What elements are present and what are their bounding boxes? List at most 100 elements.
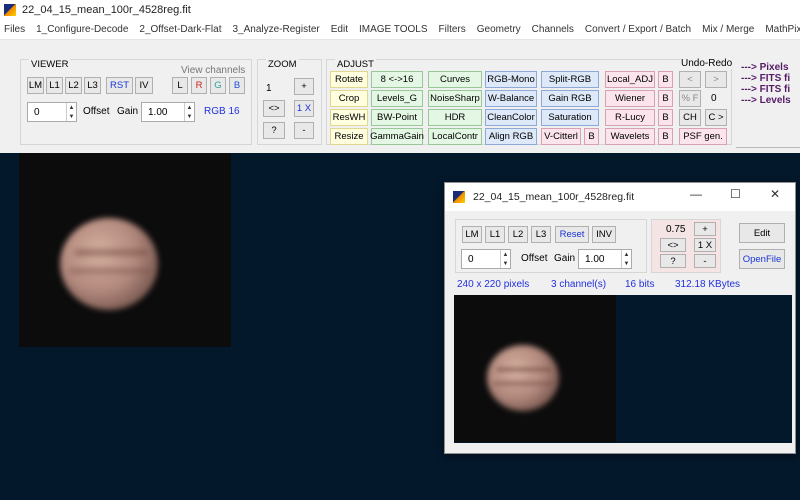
percent-f-button[interactable]: % F xyxy=(679,90,701,107)
wavelets-button[interactable]: Wavelets xyxy=(605,128,655,145)
v-citterl-b-button[interactable]: B xyxy=(584,128,599,145)
sub-zoom-help-button[interactable]: ? xyxy=(660,254,686,268)
app-icon xyxy=(453,191,465,203)
w-balance-button[interactable]: W-Balance xyxy=(485,90,537,107)
r-lucy-b-button[interactable]: B xyxy=(658,109,673,126)
fits-file-link-2[interactable]: ---> FITS fi xyxy=(741,84,790,95)
minimize-icon[interactable]: — xyxy=(690,187,702,201)
menu-edit[interactable]: Edit xyxy=(331,24,348,35)
main-image[interactable] xyxy=(19,153,231,347)
image-dimensions: 240 x 220 pixels xyxy=(457,279,530,290)
l1-button[interactable]: L1 xyxy=(46,77,63,94)
menu-mathpix[interactable]: MathPix xyxy=(765,24,800,35)
sub-zoom-1x-button[interactable]: 1 X xyxy=(694,238,716,252)
iv-button[interactable]: IV xyxy=(135,77,153,94)
v-citterl-button[interactable]: V-Citterl xyxy=(541,128,581,145)
menu-channels[interactable]: Channels xyxy=(532,24,574,35)
spinner-arrows-icon[interactable]: ▲ ▼ xyxy=(500,250,510,268)
cloud-band xyxy=(496,367,552,372)
menu-files[interactable]: Files xyxy=(4,24,25,35)
gammagain-button[interactable]: GammaGain xyxy=(370,128,424,145)
local-adj-b-button[interactable]: B xyxy=(658,71,673,88)
wiener-b-button[interactable]: B xyxy=(658,90,673,107)
ch-button[interactable]: CH xyxy=(679,109,701,126)
menu-image-tools[interactable]: IMAGE TOOLS xyxy=(359,24,428,35)
reswh-button[interactable]: ResWH xyxy=(330,109,368,126)
channel-b-button[interactable]: B xyxy=(229,77,245,94)
rotate-button[interactable]: Rotate xyxy=(330,71,368,88)
noisesharp-button[interactable]: NoiseSharp xyxy=(428,90,482,107)
lm-button[interactable]: LM xyxy=(27,77,44,94)
zoom-help-button[interactable]: ? xyxy=(263,122,285,139)
r-lucy-button[interactable]: R-Lucy xyxy=(605,109,655,126)
local-adj-button[interactable]: Local_ADJ xyxy=(605,71,655,88)
fits-file-link-1[interactable]: ---> FITS fi xyxy=(741,73,790,84)
spinner-arrows-icon[interactable]: ▲ ▼ xyxy=(66,103,76,121)
sub-zoom-out-button[interactable]: - xyxy=(694,254,716,268)
channel-l-button[interactable]: L xyxy=(172,77,188,94)
menu-analyze-register[interactable]: 3_Analyze-Register xyxy=(232,24,319,35)
sub-inv-button[interactable]: INV xyxy=(592,226,616,243)
levels-g-button[interactable]: Levels_G xyxy=(371,90,423,107)
resize-button[interactable]: Resize xyxy=(330,128,368,145)
zoom-1x-button[interactable]: 1 X xyxy=(294,100,314,117)
bw-point-button[interactable]: BW-Point xyxy=(371,109,423,126)
split-rgb-button[interactable]: Split-RGB xyxy=(541,71,599,88)
zoom-in-button[interactable]: + xyxy=(294,78,314,95)
undo-button[interactable]: < xyxy=(679,71,701,88)
wiener-button[interactable]: Wiener xyxy=(605,90,655,107)
menu-geometry[interactable]: Geometry xyxy=(477,24,521,35)
crop-button[interactable]: Crop xyxy=(330,90,368,107)
sub-offset-spinner[interactable]: 0 ▲ ▼ xyxy=(461,249,511,269)
offset-spinner[interactable]: 0 ▲ ▼ xyxy=(27,102,77,122)
menu-offset-dark-flat[interactable]: 2_Offset-Dark-Flat xyxy=(139,24,221,35)
sub-l2-button[interactable]: L2 xyxy=(508,226,528,243)
channel-r-button[interactable]: R xyxy=(191,77,207,94)
sub-gain-spinner[interactable]: 1.00 ▲ ▼ xyxy=(578,249,632,269)
edit-button[interactable]: Edit xyxy=(739,223,785,243)
saturation-button[interactable]: Saturation xyxy=(541,109,599,126)
channel-g-button[interactable]: G xyxy=(210,77,226,94)
psf-gen-button[interactable]: PSF gen. xyxy=(679,128,727,145)
rst-button[interactable]: RST xyxy=(106,77,133,94)
zoom-out-button[interactable]: - xyxy=(294,122,314,139)
wavelets-b-button[interactable]: B xyxy=(658,128,673,145)
cleancolor-button[interactable]: CleanColor xyxy=(485,109,537,126)
l3-button[interactable]: L3 xyxy=(84,77,101,94)
menu-configure-decode[interactable]: 1_Configure-Decode xyxy=(36,24,128,35)
sub-zoom-fit-button[interactable]: <> xyxy=(660,238,686,252)
menu-convert-export-batch[interactable]: Convert / Export / Batch xyxy=(585,24,691,35)
menu-mix-merge[interactable]: Mix / Merge xyxy=(702,24,754,35)
zoom-fit-button[interactable]: <> xyxy=(263,100,285,117)
sub-lm-button[interactable]: LM xyxy=(462,226,482,243)
pixels-link[interactable]: ---> Pixels xyxy=(741,62,789,73)
hdr-button[interactable]: HDR xyxy=(428,109,482,126)
c-next-button[interactable]: C > xyxy=(705,109,727,126)
menu-filters[interactable]: Filters xyxy=(439,24,466,35)
openfile-button[interactable]: OpenFile xyxy=(739,249,785,269)
rgb-mono-button[interactable]: RGB-Mono xyxy=(485,71,537,88)
localcontr-button[interactable]: LocalContr xyxy=(428,128,482,145)
subwindow-image[interactable] xyxy=(454,295,616,442)
image-subwindow[interactable]: 22_04_15_mean_100r_4528reg.fit — ☐ ✕ LM … xyxy=(444,182,796,454)
viewer-label: VIEWER xyxy=(29,59,71,70)
sub-zoom-in-button[interactable]: + xyxy=(694,222,716,236)
spinner-arrows-icon[interactable]: ▲ ▼ xyxy=(621,250,631,268)
subwindow-title-bar[interactable]: 22_04_15_mean_100r_4528reg.fit xyxy=(445,183,795,211)
sub-l3-button[interactable]: L3 xyxy=(531,226,551,243)
bit-depth: 16 bits xyxy=(625,279,655,290)
close-icon[interactable]: ✕ xyxy=(770,187,780,201)
8-16-bit-button[interactable]: 8 <->16 xyxy=(371,71,423,88)
sub-reset-button[interactable]: Reset xyxy=(555,226,589,243)
maximize-icon[interactable]: ☐ xyxy=(730,187,741,201)
sub-l1-button[interactable]: L1 xyxy=(485,226,505,243)
l2-button[interactable]: L2 xyxy=(65,77,82,94)
spinner-arrows-icon[interactable]: ▲ ▼ xyxy=(184,103,194,121)
redo-button[interactable]: > xyxy=(705,71,727,88)
levels-link[interactable]: ---> Levels xyxy=(741,95,791,106)
curves-button[interactable]: Curves xyxy=(428,71,482,88)
gain-spinner[interactable]: 1.00 ▲ ▼ xyxy=(141,102,195,122)
view-channels-label: View channels xyxy=(181,65,246,76)
align-rgb-button[interactable]: Align RGB xyxy=(485,128,537,145)
gain-rgb-button[interactable]: Gain RGB xyxy=(541,90,599,107)
